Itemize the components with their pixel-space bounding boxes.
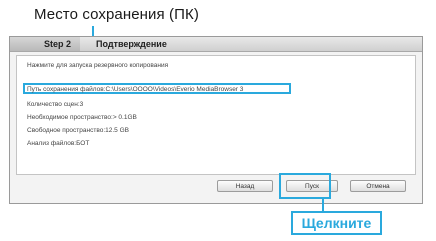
free-space-text: Свободное пространство:12.5 GB (27, 127, 129, 134)
intro-text: Нажмите для запуска резервного копирован… (27, 62, 169, 69)
file-analysis-text: Анализ файлов:БОТ (27, 140, 90, 147)
confirmation-dialog: Step 2 Подтверждение Нажмите для запуска… (9, 36, 423, 204)
save-location-callout: Место сохранения (ПК) (34, 6, 199, 23)
step-indicator: Step 2 (10, 37, 80, 51)
click-callout: Щелкните (291, 211, 382, 235)
back-button[interactable]: Назад (217, 180, 273, 192)
dialog-title: Подтверждение (96, 39, 167, 49)
start-button-highlight (279, 173, 331, 199)
dialog-header: Step 2 Подтверждение (10, 37, 422, 52)
save-path-text: Путь сохранения файлов:C:\Users\OOOO\Vid… (27, 86, 244, 93)
required-space-text: Необходимое пространство:> 0.1GB (27, 114, 137, 121)
cancel-button[interactable]: Отмена (350, 180, 406, 192)
scene-count-text: Количество сцен:3 (27, 101, 84, 108)
dialog-content: Нажмите для запуска резервного копирован… (16, 55, 416, 175)
